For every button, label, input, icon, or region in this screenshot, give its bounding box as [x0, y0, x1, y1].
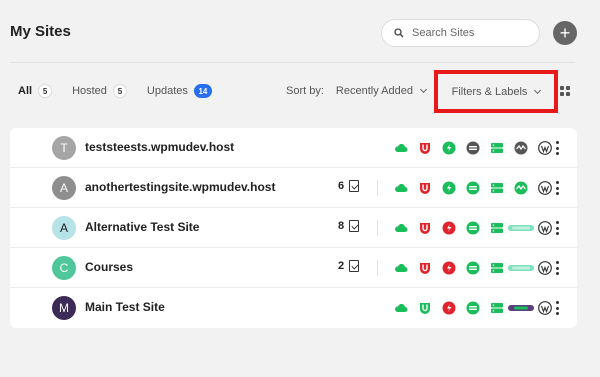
divider — [377, 180, 378, 196]
tab-hosted[interactable]: Hosted 5 — [72, 84, 127, 98]
avatar: A — [52, 176, 76, 200]
hosting-icon[interactable] — [490, 221, 504, 235]
updates-count-value: 8 — [338, 220, 345, 232]
search-icon — [394, 28, 404, 38]
more-options-icon[interactable] — [556, 261, 559, 275]
filter-tabs: All 5 Hosted 5 Updates 14 — [18, 84, 232, 98]
tab-all[interactable]: All 5 — [18, 84, 53, 98]
sites-list: Tteststeests.wpmudev.host Aanothertesting… — [10, 128, 577, 328]
cloud-icon[interactable] — [394, 261, 408, 275]
uptime-icon[interactable] — [508, 301, 534, 315]
site-name-link[interactable]: Courses — [85, 260, 133, 274]
download-icon — [349, 180, 360, 192]
cloud-icon[interactable] — [394, 141, 408, 155]
grid-view-icon[interactable] — [560, 86, 570, 96]
page-title: My Sites — [10, 23, 71, 40]
tab-label: Updates — [146, 85, 188, 97]
site-name-link[interactable]: Alternative Test Site — [85, 220, 199, 234]
avatar: T — [52, 136, 76, 160]
more-options-icon[interactable] — [556, 221, 559, 235]
download-icon — [349, 260, 360, 272]
uptime-icon[interactable] — [514, 181, 528, 195]
updates-count-value: 2 — [338, 260, 345, 272]
more-options-icon[interactable] — [556, 141, 559, 155]
smush-icon[interactable] — [442, 181, 456, 195]
hummingbird-icon[interactable] — [466, 221, 480, 235]
tab-updates[interactable]: Updates 14 — [147, 84, 212, 98]
hosting-icon[interactable] — [490, 141, 504, 155]
defender-icon[interactable] — [418, 181, 432, 195]
hosting-icon[interactable] — [490, 261, 504, 275]
uptime-icon[interactable] — [508, 261, 534, 275]
hosting-icon[interactable] — [490, 181, 504, 195]
smush-icon[interactable] — [442, 141, 456, 155]
avatar: A — [52, 216, 76, 240]
updates-count-value: 6 — [338, 180, 345, 192]
cloud-icon[interactable] — [394, 181, 408, 195]
site-row[interactable]: Tteststeests.wpmudev.host — [10, 128, 577, 168]
sort-dropdown[interactable]: Recently Added — [335, 85, 428, 97]
site-row[interactable]: A Alternative Test Site 8 — [10, 208, 577, 248]
wordpress-icon[interactable] — [538, 221, 552, 235]
avatar: M — [52, 296, 76, 320]
site-name-link[interactable]: anothertestingsite.wpmudev.host — [85, 180, 275, 194]
chevron-down-icon — [534, 86, 542, 94]
cloud-icon[interactable] — [394, 301, 408, 315]
defender-icon[interactable] — [418, 301, 432, 315]
site-row[interactable]: Aanothertestingsite.wpmudev.host 6 — [10, 168, 577, 208]
defender-icon[interactable] — [418, 261, 432, 275]
sort-control: Sort by: Recently Added — [286, 85, 428, 97]
tab-label: Hosted — [72, 85, 107, 97]
uptime-icon[interactable] — [514, 141, 528, 155]
more-options-icon[interactable] — [556, 301, 559, 315]
search-box[interactable] — [381, 19, 540, 47]
hummingbird-icon[interactable] — [466, 301, 480, 315]
filters-labels-button[interactable]: Filters & Labels — [434, 70, 558, 113]
defender-icon[interactable] — [418, 221, 432, 235]
updates-count[interactable]: 6 — [338, 180, 360, 192]
tab-count-badge: 14 — [193, 84, 212, 98]
hummingbird-icon[interactable] — [466, 181, 480, 195]
chevron-down-icon — [419, 85, 428, 94]
more-options-icon[interactable] — [556, 181, 559, 195]
wordpress-icon[interactable] — [538, 261, 552, 275]
sort-label: Sort by: — [286, 85, 324, 97]
wordpress-icon[interactable] — [538, 181, 552, 195]
hummingbird-icon[interactable] — [466, 261, 480, 275]
site-row[interactable]: C Courses 2 — [10, 248, 577, 288]
download-icon — [349, 220, 360, 232]
hosting-icon[interactable] — [490, 301, 504, 315]
updates-count[interactable]: 2 — [338, 260, 360, 272]
site-name-link[interactable]: Main Test Site — [85, 300, 165, 314]
avatar: C — [52, 256, 76, 280]
header-divider — [10, 62, 575, 63]
smush-icon[interactable] — [442, 261, 456, 275]
search-input[interactable] — [412, 27, 532, 39]
filters-label: Filters & Labels — [451, 85, 528, 98]
add-site-button[interactable]: + — [553, 21, 577, 45]
tab-label: All — [18, 85, 33, 97]
divider — [377, 260, 378, 276]
updates-count[interactable]: 8 — [338, 220, 360, 232]
wordpress-icon[interactable] — [538, 141, 552, 155]
tab-count-badge: 5 — [112, 84, 127, 98]
site-name-link[interactable]: teststeests.wpmudev.host — [85, 140, 234, 154]
smush-icon[interactable] — [442, 301, 456, 315]
cloud-icon[interactable] — [394, 221, 408, 235]
defender-icon[interactable] — [418, 141, 432, 155]
site-row[interactable]: M Main Test Site — [10, 288, 577, 328]
wordpress-icon[interactable] — [538, 301, 552, 315]
divider — [377, 220, 378, 236]
smush-icon[interactable] — [442, 221, 456, 235]
tab-count-badge: 5 — [38, 84, 53, 98]
sort-value: Recently Added — [335, 85, 413, 97]
uptime-icon[interactable] — [508, 221, 534, 235]
hummingbird-icon[interactable] — [466, 141, 480, 155]
